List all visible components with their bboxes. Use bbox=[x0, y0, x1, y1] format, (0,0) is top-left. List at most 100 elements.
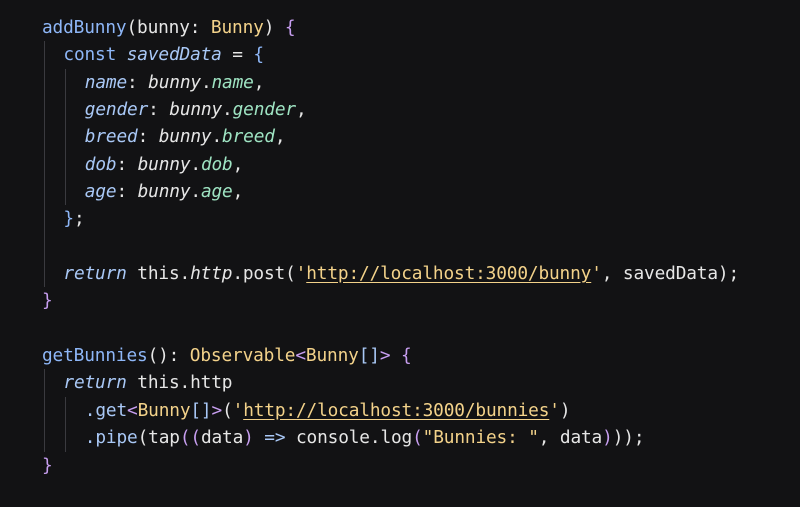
code-token: ) bbox=[559, 399, 571, 421]
code-line-text: return this.http bbox=[63, 369, 232, 396]
code-token: ( bbox=[412, 427, 423, 449]
code-token: ( bbox=[126, 17, 138, 38]
code-line[interactable]: }; bbox=[0, 205, 800, 233]
code-token: gender bbox=[232, 99, 296, 121]
code-editor[interactable]: addBunny(bunny: Bunny) {const savedData … bbox=[0, 0, 800, 507]
code-token: ); bbox=[717, 263, 740, 285]
code-token: Bunny bbox=[210, 17, 264, 38]
code-token: . bbox=[179, 263, 191, 285]
code-line[interactable] bbox=[0, 232, 800, 261]
code-token: { bbox=[400, 345, 412, 367]
code-line-text: } bbox=[42, 452, 53, 479]
indent-guide bbox=[65, 123, 67, 151]
indent-guide bbox=[65, 96, 67, 124]
indent-guide bbox=[44, 150, 45, 179]
code-line[interactable]: name: bunny.name, bbox=[0, 68, 800, 97]
indent-guide bbox=[65, 424, 67, 452]
code-token: . bbox=[211, 126, 223, 148]
indent-guide bbox=[65, 150, 67, 179]
code-token: < bbox=[127, 399, 138, 421]
code-token: bunny bbox=[137, 17, 190, 38]
code-token: console bbox=[285, 427, 370, 449]
code-token: savedData bbox=[622, 263, 718, 285]
code-token: bunny bbox=[169, 99, 223, 121]
code-token: , bbox=[295, 99, 307, 121]
code-line[interactable]: breed: bunny.breed, bbox=[0, 123, 800, 151]
code-token: { bbox=[253, 44, 264, 66]
code-token: ; bbox=[73, 208, 85, 230]
code-line-text: name: bunny.name, bbox=[85, 69, 265, 96]
code-token: name bbox=[211, 71, 254, 93]
code-token: tap bbox=[148, 427, 180, 449]
code-token: Bunny bbox=[305, 345, 359, 367]
code-token: ) bbox=[243, 427, 265, 449]
code-token: return bbox=[63, 372, 138, 394]
code-line[interactable]: } bbox=[0, 452, 800, 479]
code-token: = bbox=[221, 44, 254, 66]
code-line-text: } bbox=[42, 287, 53, 314]
code-token: return bbox=[63, 263, 138, 285]
code-line[interactable]: } bbox=[0, 287, 800, 314]
code-line[interactable]: getBunnies(): Observable<Bunny[]> { bbox=[0, 342, 800, 369]
code-line[interactable]: gender: bunny.gender, bbox=[0, 96, 800, 124]
code-token: : bbox=[127, 71, 149, 93]
code-token: , bbox=[232, 181, 244, 203]
code-token: ' bbox=[295, 263, 307, 285]
indent-guide bbox=[44, 41, 45, 69]
code-token: bunny bbox=[158, 126, 212, 148]
code-line[interactable]: .pipe(tap((data) => console.log("Bunnies… bbox=[0, 424, 800, 452]
indent-guide bbox=[65, 178, 67, 206]
code-token: ' bbox=[232, 399, 244, 421]
code-token: ( bbox=[285, 263, 296, 285]
code-token: breed bbox=[84, 126, 138, 148]
code-line-text: age: bunny.age, bbox=[84, 178, 244, 205]
code-token: : bbox=[189, 17, 211, 38]
code-token: , bbox=[274, 126, 286, 148]
code-line[interactable]: age: bunny.age, bbox=[0, 178, 800, 206]
code-token: name bbox=[84, 71, 128, 93]
code-line[interactable]: return this.http.post('http://localhost:… bbox=[0, 260, 800, 288]
code-token: } bbox=[42, 290, 53, 312]
indent-guide bbox=[65, 396, 67, 425]
code-line-text: const savedData = { bbox=[63, 41, 264, 68]
code-token: . bbox=[190, 181, 201, 203]
code-line-text: .get<Bunny[]>('http://localhost:3000/bun… bbox=[85, 397, 571, 424]
indent-guide bbox=[44, 178, 45, 206]
code-token: bunny bbox=[148, 71, 201, 93]
code-line-text: getBunnies(): Observable<Bunny[]> { bbox=[42, 342, 412, 369]
code-token: > bbox=[211, 399, 223, 421]
code-line-text: gender: bunny.gender, bbox=[85, 96, 307, 123]
code-token: ( bbox=[222, 399, 233, 421]
code-token: post bbox=[242, 263, 286, 285]
code-token: http bbox=[190, 263, 233, 285]
code-token: , data bbox=[538, 427, 603, 449]
code-token: savedData bbox=[126, 44, 222, 66]
code-token: [] bbox=[190, 399, 212, 421]
code-token: , bbox=[232, 153, 244, 175]
code-token: age bbox=[84, 181, 117, 203]
code-token: http://localhost:3000/bunny bbox=[306, 263, 592, 285]
code-line[interactable]: .get<Bunny[]>('http://localhost:3000/bun… bbox=[0, 396, 800, 425]
code-token: Observable bbox=[189, 345, 296, 367]
code-line[interactable]: return this.http bbox=[0, 369, 800, 397]
code-line[interactable]: dob: bunny.dob, bbox=[0, 150, 800, 179]
code-line[interactable]: addBunny(bunny: Bunny) { bbox=[0, 14, 800, 41]
code-token: this bbox=[137, 372, 180, 394]
code-token: ) bbox=[602, 427, 613, 449]
code-token: => bbox=[264, 427, 286, 449]
code-token: breed bbox=[222, 126, 275, 148]
code-token: age bbox=[200, 181, 233, 203]
code-line[interactable]: const savedData = { bbox=[0, 41, 800, 69]
code-token: { bbox=[284, 17, 296, 38]
code-line[interactable] bbox=[0, 315, 800, 342]
code-token: . bbox=[232, 263, 243, 285]
code-token: "Bunnies: " bbox=[422, 427, 539, 449]
code-token: ) bbox=[263, 17, 285, 38]
code-token: ; bbox=[633, 427, 645, 449]
code-token: } bbox=[42, 454, 53, 476]
code-token: , bbox=[601, 263, 623, 285]
code-token: : bbox=[116, 153, 138, 175]
code-token: bunny bbox=[137, 181, 191, 203]
code-token: http bbox=[190, 372, 233, 394]
